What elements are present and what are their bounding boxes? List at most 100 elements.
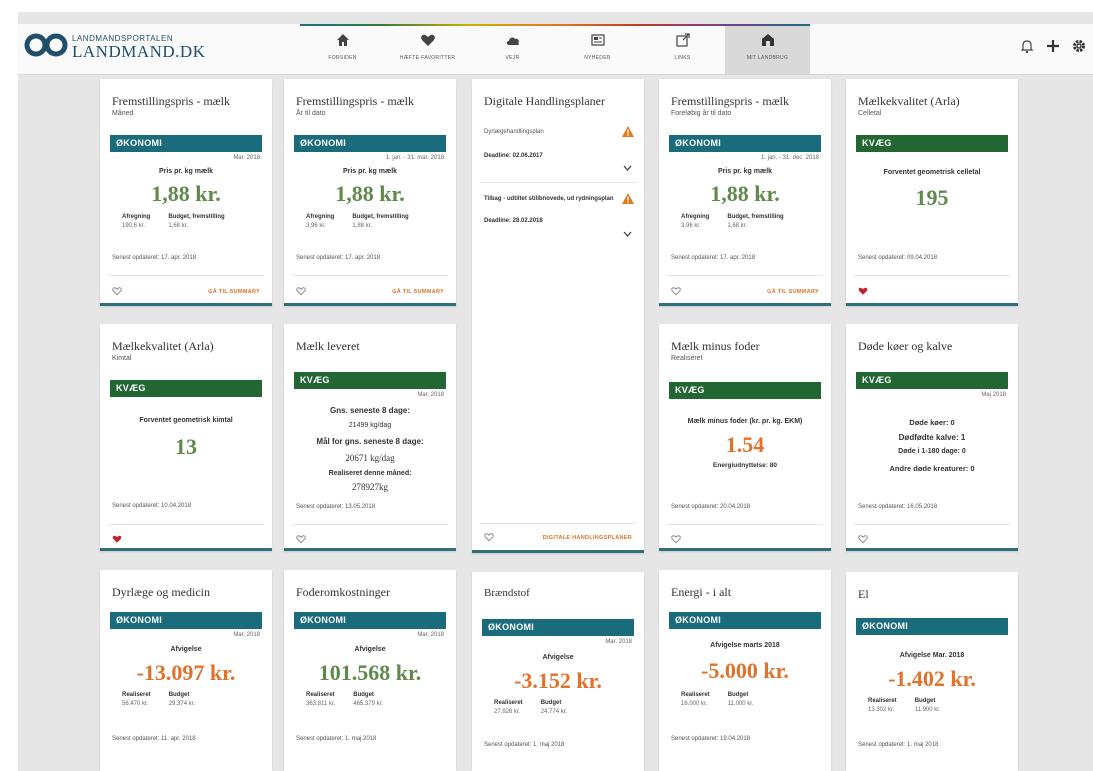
category-badge: KVÆG <box>856 135 1008 152</box>
go-to-summary-link[interactable]: GÅ TIL SUMMARY <box>392 289 444 295</box>
heart-outline-icon[interactable] <box>671 534 681 544</box>
updated-text: Senest opdateret: 10.04.2018 <box>112 503 192 509</box>
detail-label: Realiseret <box>494 700 523 706</box>
card-period: 1. jan. - 31. dec. 2018 <box>760 155 819 161</box>
metric-details: Afregning 190,6 kr. Budget, fremstilling 1… <box>122 214 258 229</box>
divider <box>667 275 823 276</box>
go-to-summary-link[interactable]: GÅ TIL SUMMARY <box>208 289 260 295</box>
nav-item-links[interactable]: Links <box>640 26 725 74</box>
detail-label: Afregning <box>681 214 710 220</box>
heart-outline-icon[interactable] <box>484 532 494 542</box>
card-title: Foderomkostninger <box>296 585 390 599</box>
metric-value: 1.54 <box>725 432 765 457</box>
nav-label: Nyheder <box>584 55 611 61</box>
metric-details: Realiseret 16.000 kr. Budget 11.000 kr. <box>681 692 817 707</box>
metric-label: Afvigelse Mar. 2018 <box>899 652 965 659</box>
top-actions <box>1019 38 1087 54</box>
category-badge: ØKONOMI <box>110 612 262 629</box>
metric-value: 1,88 kr. <box>710 181 780 206</box>
detail-label: Budget, fremstilling <box>168 214 225 220</box>
card-title: Fremstillingspris - mælk <box>671 94 790 108</box>
metric-details: Realiseret 13.302 kr. Budget 11.900 kr. <box>868 698 1004 713</box>
metric-value: 101.568 kr. <box>318 660 422 685</box>
metric-label: Mælk minus foder (kr. pr. kg. EKM) <box>687 418 803 425</box>
divider <box>854 275 1010 276</box>
card-bottom-bar <box>284 303 456 306</box>
dashboard: LANDMANDSPORTALEN LANDMAND.DK Forsiden H… <box>18 12 1093 771</box>
card-title: Døde køer og kalve <box>858 339 953 353</box>
heart-outline-icon[interactable] <box>112 286 122 296</box>
heart-outline-icon[interactable] <box>296 534 306 544</box>
go-to-summary-link[interactable]: GÅ TIL SUMMARY <box>767 289 819 295</box>
card-subtitle: År til dato <box>296 110 326 117</box>
metric-value: 13 <box>175 434 197 459</box>
card-bottom-bar <box>472 550 644 553</box>
updated-text: Senest opdateret: 17. apr. 2018 <box>671 255 756 261</box>
external-link-icon <box>675 33 690 47</box>
stat-value: 20671 kg/dag <box>345 453 395 463</box>
metric-details: Afregning 3,96 kr. Budget, fremstilling 1,… <box>681 214 817 229</box>
stat-line: Andre døde kreaturer: 0 <box>889 464 975 473</box>
category-badge: ØKONOMI <box>294 135 446 152</box>
card-title: Mælkekvalitet (Arla) <box>858 94 960 108</box>
heart-filled-icon[interactable] <box>112 534 122 544</box>
plus-icon[interactable] <box>1045 38 1061 54</box>
stat-line: Dødfødte kalve: 1 <box>898 433 966 442</box>
nav-label: Hæfte-favoritter <box>399 55 456 61</box>
metric-label: Forventet geometrisk celletal <box>883 169 981 176</box>
plan-deadline: Deadline: 28.02.2018 <box>484 218 543 224</box>
metric-details: Realiseret 27.926 kr. Budget 24.774 kr. <box>494 700 630 715</box>
category-badge: KVÆG <box>856 372 1008 389</box>
updated-text: Senest opdateret: 1. maj 2018 <box>484 742 565 748</box>
category-badge: ØKONOMI <box>669 612 821 629</box>
heart-outline-icon[interactable] <box>671 286 681 296</box>
detail-value: 190,6 kr. <box>122 223 146 229</box>
bell-icon[interactable] <box>1019 38 1035 54</box>
nav-item-favoritter[interactable]: Hæfte-favoritter <box>385 26 470 74</box>
chevron-down-icon[interactable] <box>623 165 632 171</box>
detail-value: 3,96 kr. <box>306 223 326 229</box>
detail-value: 1,68 kr. <box>168 223 189 229</box>
warning-icon <box>622 126 634 137</box>
metric-value: -1.402 kr. <box>888 666 976 691</box>
card-bottom-bar <box>659 548 831 551</box>
metric-label: Pris pr. kg mælk <box>717 168 773 175</box>
detail-value: 1,88 kr. <box>352 223 373 229</box>
detail-label: Realiseret <box>868 698 897 704</box>
card-period: Mar. 2018 <box>417 632 444 638</box>
metric-label: Afvigelse <box>354 646 386 653</box>
category-badge: ØKONOMI <box>110 135 262 152</box>
card-title: Mælk minus foder <box>671 339 760 353</box>
gear-icon[interactable] <box>1071 38 1087 54</box>
detail-value: 11.000 kr. <box>727 701 754 707</box>
chevron-down-icon[interactable] <box>623 231 632 237</box>
category-badge: KVÆG <box>294 372 446 389</box>
nav-item-forsiden[interactable]: Forsiden <box>300 26 385 74</box>
detail-value: 11.900 kr. <box>914 707 941 713</box>
heart-outline-icon[interactable] <box>858 534 868 544</box>
card-period: Mar. 2018 <box>605 639 632 645</box>
detail-label: Budget <box>168 692 190 698</box>
detail-value: 16.000 kr. <box>681 701 708 707</box>
digitale-handlingsplaner-link[interactable]: DIGITALE HANDLINGSPLANER <box>543 535 632 541</box>
metric-value: -5.000 kr. <box>701 658 789 683</box>
heart-outline-icon[interactable] <box>296 286 306 296</box>
detail-label: Budget <box>914 698 936 704</box>
card-digitale-handlingsplaner: Digitale Handlingsplaner Dyrlægehandling… <box>472 79 644 553</box>
card-el: El ØKONOMI Afvigelse Mar. 2018 -1.402 kr… <box>846 572 1018 771</box>
card-maelkekvalitet-kimtal: Mælkekvalitet (Arla) Kimtal KVÆG Forvent… <box>100 324 272 551</box>
card-period: Mar. 2018 <box>233 632 260 638</box>
detail-value: 363.811 kr. <box>306 701 336 707</box>
divider <box>667 524 823 525</box>
nav-item-nyheder[interactable]: Nyheder <box>555 26 640 74</box>
nav-item-vejr[interactable]: Vejr <box>470 26 555 74</box>
card-bottom-bar <box>659 303 831 306</box>
home-icon <box>336 34 349 46</box>
updated-text: Senest opdateret: 17. apr. 2018 <box>296 255 381 261</box>
logo-big-text: LANDMAND.DK <box>72 42 206 61</box>
card-subtitle: Måned <box>112 110 134 117</box>
nav-item-mit-landbrug[interactable]: Mit landbrug <box>725 26 810 74</box>
category-badge: ØKONOMI <box>669 135 821 152</box>
divider <box>480 182 636 183</box>
heart-filled-icon[interactable] <box>858 286 868 296</box>
